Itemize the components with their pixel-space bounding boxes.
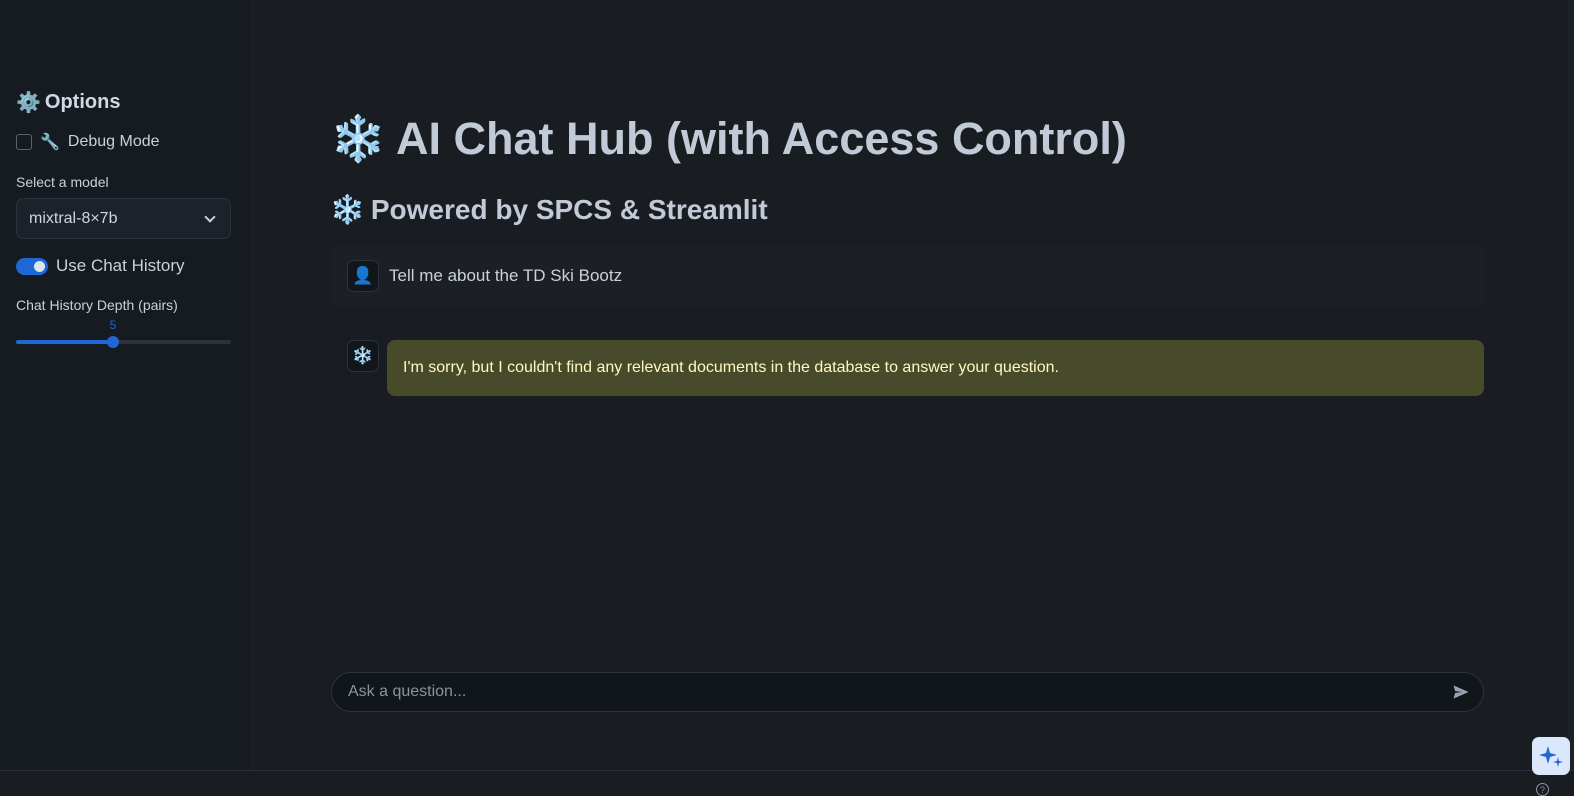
page-subtitle: ❄️ Powered by SPCS & Streamlit [330,193,768,226]
assistant-message: I'm sorry, but I couldn't find any relev… [387,340,1484,396]
model-select-label: Select a model [16,174,109,190]
model-select[interactable]: mixtral-8×7b [16,198,231,239]
debug-mode-label: Debug Mode [67,133,160,150]
ai-assistant-button[interactable] [1532,737,1570,775]
sidebar: ⚙️ Options 🔧 Debug Mode Select a model m… [0,0,252,770]
help-icon[interactable]: ? [1536,783,1549,796]
slider-fill [16,340,113,344]
user-message-text: Tell me about the TD Ski Bootz [389,266,623,285]
send-icon[interactable] [1451,682,1471,702]
debug-mode-option[interactable]: 🔧 Debug Mode [16,132,160,152]
history-depth-label: Chat History Depth (pairs) [16,297,178,313]
status-bar [0,770,1574,796]
sparkle-icon [1539,746,1563,767]
history-depth-value: 5 [109,318,117,332]
slider-thumb[interactable] [107,336,119,348]
wrench-icon: 🔧 [40,134,60,151]
assistant-message-text: I'm sorry, but I couldn't find any relev… [403,359,1059,376]
page-title: ❄️ AI Chat Hub (with Access Control) [330,112,1127,165]
chat-input[interactable] [348,683,1428,701]
gear-icon: ⚙️ [16,92,41,114]
snowflake-icon: ❄️ [330,113,387,164]
chat-history-option[interactable]: Use Chat History [16,256,184,276]
page-title-text: AI Chat Hub (with Access Control) [396,112,1127,164]
chat-history-label: Use Chat History [56,256,185,275]
chevron-down-icon [204,210,216,223]
chat-input-box[interactable] [331,672,1484,712]
assistant-avatar-icon: ❄️ [347,340,379,372]
debug-mode-checkbox[interactable] [16,134,32,150]
user-avatar-icon: 👤 [347,260,379,292]
history-depth-slider[interactable] [16,336,231,348]
user-message: 👤 Tell me about the TD Ski Bootz [331,245,1484,307]
sidebar-title-text: Options [44,91,121,113]
toggle-knob [34,260,45,272]
snowflake-icon: ❄️ [330,194,365,225]
sidebar-title: ⚙️ Options [16,90,120,115]
page-scrollbar[interactable] [1568,0,1574,770]
chat-history-toggle[interactable] [16,257,48,275]
model-select-value: mixtral-8×7b [29,209,118,227]
page-subtitle-text: Powered by SPCS & Streamlit [370,193,768,225]
